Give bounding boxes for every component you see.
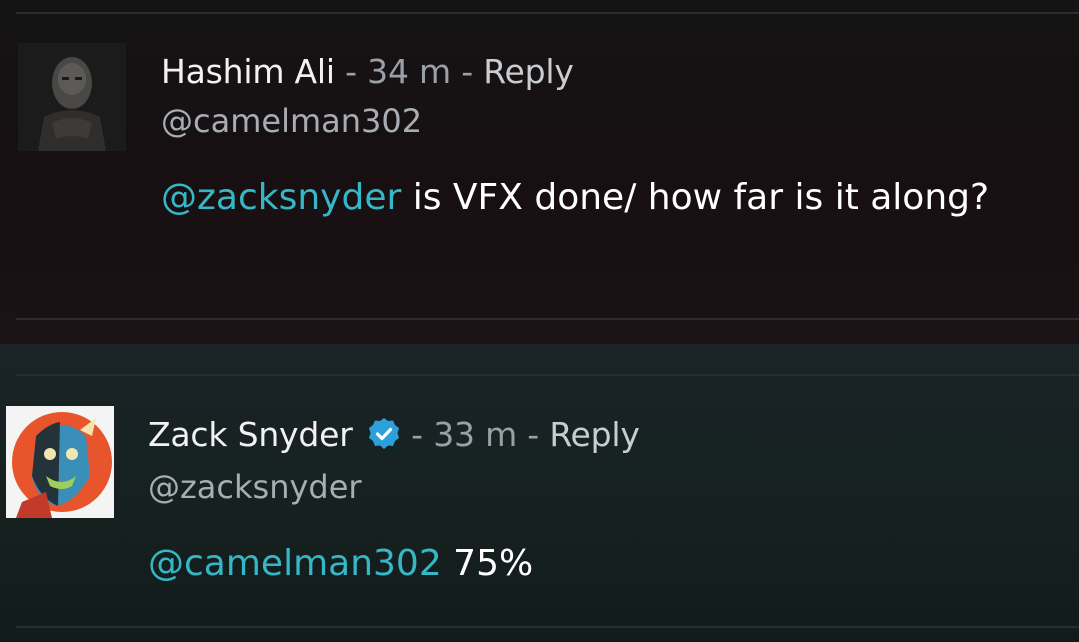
author-name[interactable]: Zack Snyder [148, 415, 353, 454]
separator: - [400, 415, 434, 454]
comment-text: 75% [441, 543, 534, 584]
author-name[interactable]: Hashim Ali [161, 52, 335, 91]
separator: - [451, 52, 484, 91]
dark-figure-avatar-icon [18, 43, 126, 151]
verified-badge-icon [368, 418, 399, 449]
comment-header: Zack Snyder - 33 m - Reply [148, 415, 640, 454]
divider [16, 626, 1079, 628]
reply-button[interactable]: Reply [483, 52, 574, 91]
comment-body: @zacksnyder is VFX done/ how far is it a… [161, 172, 1041, 224]
avatar-zack-snyder[interactable] [6, 406, 114, 518]
timestamp: 34 m [367, 52, 451, 91]
divider [16, 318, 1079, 320]
comment-text: is VFX done/ how far is it along? [401, 177, 990, 218]
comic-face-avatar-icon [6, 406, 114, 518]
separator: - [334, 52, 368, 91]
avatar-hashim-ali[interactable] [18, 43, 126, 151]
comment-header: Hashim Ali - 34 m - Reply [161, 52, 574, 91]
comment-body: @camelman302 75% [148, 538, 1028, 590]
reply-button[interactable]: Reply [549, 415, 640, 454]
divider [16, 12, 1079, 14]
mention-link[interactable]: @camelman302 [148, 543, 442, 584]
author-handle[interactable]: @camelman302 [161, 102, 422, 140]
comment-hashim-ali: Hashim Ali - 34 m - Reply @camelman302 @… [0, 0, 1079, 344]
separator: - [517, 415, 550, 454]
divider [16, 374, 1079, 376]
timestamp: 33 m [433, 415, 518, 454]
mention-link[interactable]: @zacksnyder [161, 177, 401, 218]
author-handle[interactable]: @zacksnyder [148, 468, 362, 506]
comment-zack-snyder: Zack Snyder - 33 m - Reply @zacksnyder @… [0, 344, 1079, 642]
